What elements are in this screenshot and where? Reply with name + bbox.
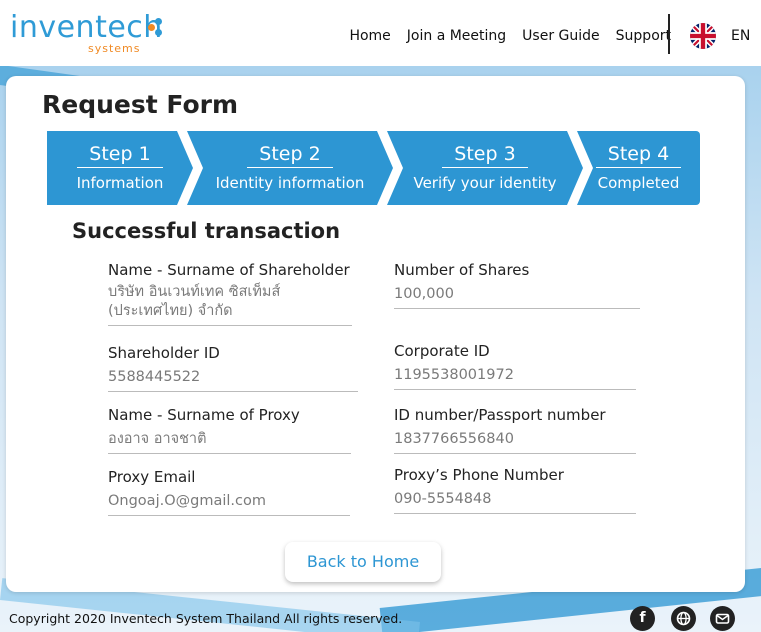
step-3-label: Verify your identity (413, 174, 557, 192)
proxy-email-field: Proxy Email Ongoaj.O@gmail.com (108, 468, 350, 516)
logo-subtext: systems (88, 42, 141, 55)
nav-support[interactable]: Support (616, 28, 671, 44)
field-label: Number of Shares (394, 261, 530, 279)
field-label: Shareholder ID (108, 344, 220, 362)
step-2: Step 2 Identity information (187, 131, 393, 205)
field-value: 090-5554848 (394, 490, 636, 514)
field-label: Name - Surname of Shareholder (108, 261, 350, 279)
logo-dots-icon (148, 18, 168, 38)
step-4: Step 4 Completed (577, 131, 700, 205)
inventech-logo[interactable]: inventech systems (10, 10, 163, 56)
field-value: บริษัท อินเวนท์เทค ซิสเท็มส์ (ประเทศไทย)… (108, 283, 352, 326)
step-1-label: Information (76, 174, 164, 192)
step-1: Step 1 Information (47, 131, 193, 205)
step-4-label: Completed (597, 174, 680, 192)
mail-icon[interactable] (710, 606, 735, 631)
copyright-text: Copyright 2020 Inventech System Thailand… (9, 611, 403, 626)
footer: Copyright 2020 Inventech System Thailand… (0, 600, 761, 632)
step-1-number: Step 1 (77, 145, 163, 168)
progress-steps: Step 1 Information Step 2 Identity infor… (47, 131, 700, 205)
step-3-number: Step 3 (442, 145, 528, 168)
field-value: 100,000 (394, 285, 640, 309)
shares-field: Number of Shares 100,000 (394, 261, 640, 309)
field-label: ID number/Passport number (394, 406, 606, 424)
proxy-phone-field: Proxy’s Phone Number 090-5554848 (394, 466, 636, 514)
nav-user-guide[interactable]: User Guide (522, 28, 599, 44)
field-value: องอาจ อาจชาติ (108, 430, 351, 454)
section-title: Successful transaction (72, 219, 341, 243)
proxy-name-field: Name - Surname of Proxy องอาจ อาจชาติ (108, 406, 351, 454)
globe-icon[interactable] (671, 606, 696, 631)
field-value: Ongoaj.O@gmail.com (108, 492, 350, 516)
step-4-number: Step 4 (595, 145, 682, 168)
nav-divider (668, 14, 670, 54)
shareholder-id-field: Shareholder ID 5588445522 (108, 344, 358, 392)
shareholder-name-field: Name - Surname of Shareholder บริษัท อิน… (108, 261, 352, 326)
facebook-icon[interactable]: f (630, 606, 655, 631)
field-label: Corporate ID (394, 342, 490, 360)
step-2-label: Identity information (215, 174, 365, 192)
step-3: Step 3 Verify your identity (387, 131, 583, 205)
top-header: inventech systems Home Join a Meeting Us… (0, 0, 761, 66)
field-value: 5588445522 (108, 368, 358, 392)
proxy-id-field: ID number/Passport number 1837766556840 (394, 406, 636, 454)
main-nav: Home Join a Meeting User Guide Support (349, 28, 671, 44)
step-2-number: Step 2 (247, 145, 333, 168)
field-value: 1195538001972 (394, 366, 636, 390)
field-label: Name - Surname of Proxy (108, 406, 300, 424)
field-value: 1837766556840 (394, 430, 636, 454)
logo-text: inventech (10, 10, 163, 45)
field-label: Proxy’s Phone Number (394, 466, 564, 484)
page-title: Request Form (42, 90, 239, 119)
nav-home[interactable]: Home (349, 28, 390, 44)
language-selector[interactable]: EN (731, 28, 750, 44)
uk-flag-icon[interactable] (690, 23, 716, 49)
request-form-card: Request Form Step 1 Information Step 2 I… (6, 76, 745, 592)
field-label: Proxy Email (108, 468, 196, 486)
back-to-home-button[interactable]: Back to Home (285, 542, 441, 582)
nav-join-meeting[interactable]: Join a Meeting (407, 28, 506, 44)
corporate-id-field: Corporate ID 1195538001972 (394, 342, 636, 390)
